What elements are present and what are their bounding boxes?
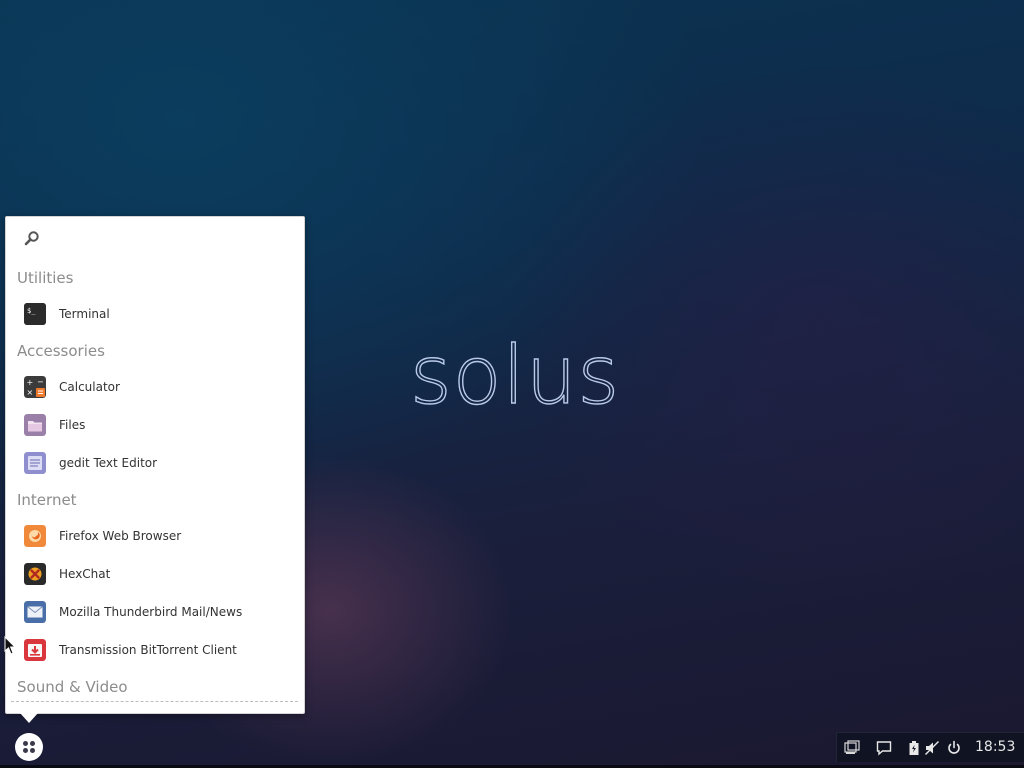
- menu-item-label: HexChat: [59, 567, 111, 581]
- power-icon[interactable]: [946, 740, 962, 756]
- mail-icon: [24, 601, 46, 623]
- menu-launcher-button[interactable]: [15, 733, 43, 761]
- battery-icon[interactable]: [906, 740, 922, 756]
- menu-item-hexchat[interactable]: HexChat: [24, 558, 294, 590]
- svg-text:−: −: [37, 378, 44, 387]
- notification-icon[interactable]: [876, 740, 892, 756]
- launcher-dot-icon: [23, 748, 28, 753]
- solus-logo: solus: [409, 329, 621, 422]
- svg-text:+: +: [27, 378, 34, 387]
- menu-search-input[interactable]: [48, 227, 292, 253]
- svg-text:×: ×: [27, 388, 34, 397]
- firefox-icon: [24, 525, 46, 547]
- system-tray: 18:53: [836, 732, 1024, 762]
- terminal-icon: $_: [24, 303, 46, 325]
- menu-item-transmission[interactable]: Transmission BitTorrent Client: [24, 634, 294, 666]
- mouse-cursor-icon: [4, 635, 17, 656]
- category-internet: Internet: [17, 491, 77, 509]
- scroll-divider: [11, 701, 298, 702]
- workspace-icon[interactable]: [844, 740, 860, 756]
- menu-item-terminal[interactable]: $_ Terminal: [24, 298, 294, 330]
- launcher-dot-icon: [30, 748, 35, 753]
- calculator-icon: + − ×: [24, 376, 46, 398]
- menu-item-label: Terminal: [59, 307, 110, 321]
- menu-item-label: Files: [59, 418, 86, 432]
- category-sound-video: Sound & Video: [17, 678, 128, 696]
- torrent-icon: [24, 639, 46, 661]
- menu-item-gedit[interactable]: gedit Text Editor: [24, 447, 294, 479]
- text-editor-icon: [24, 452, 46, 474]
- category-accessories: Accessories: [17, 342, 105, 360]
- menu-item-thunderbird[interactable]: Mozilla Thunderbird Mail/News: [24, 596, 294, 628]
- volume-muted-icon[interactable]: [924, 740, 940, 756]
- menu-search-row: [6, 217, 304, 261]
- search-icon: [23, 230, 41, 248]
- menu-item-firefox[interactable]: Firefox Web Browser: [24, 520, 294, 552]
- menu-item-label: Mozilla Thunderbird Mail/News: [59, 605, 243, 619]
- menu-item-label: Transmission BitTorrent Client: [59, 643, 237, 657]
- menu-item-label: gedit Text Editor: [59, 456, 158, 470]
- menu-item-label: Firefox Web Browser: [59, 529, 182, 543]
- launcher-dot-icon: [23, 741, 28, 746]
- menu-pointer-arrow: [20, 713, 38, 723]
- menu-item-files[interactable]: Files: [24, 409, 294, 441]
- menu-item-label: Calculator: [59, 380, 120, 394]
- hexchat-icon: [24, 563, 46, 585]
- svg-text:$_: $_: [27, 307, 36, 315]
- panel-clock[interactable]: 18:53: [975, 739, 1015, 755]
- launcher-dot-icon: [30, 741, 35, 746]
- application-menu: Utilities $_ Terminal Accessories + − × …: [5, 216, 305, 714]
- menu-item-calculator[interactable]: + − × Calculator: [24, 371, 294, 403]
- category-utilities: Utilities: [17, 269, 74, 287]
- folder-icon: [24, 414, 46, 436]
